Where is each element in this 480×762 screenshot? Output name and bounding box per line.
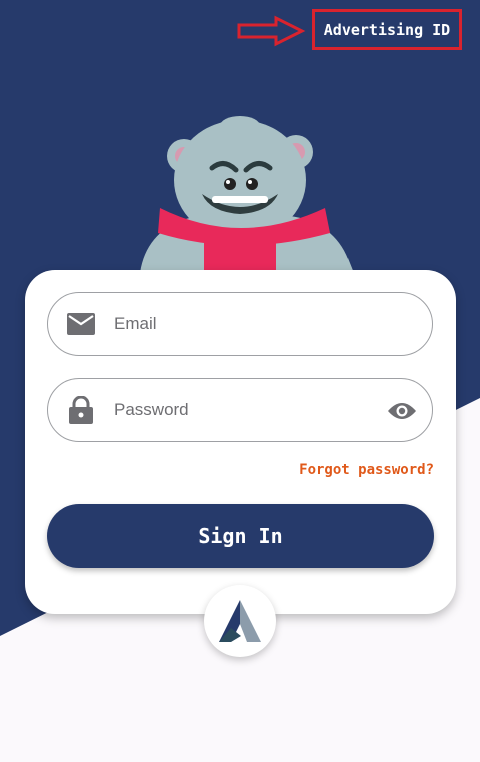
a-logo-icon [219, 600, 261, 642]
lock-icon [66, 395, 96, 425]
advertising-id-label: Advertising ID [323, 20, 451, 39]
email-input[interactable] [112, 313, 376, 335]
eye-icon[interactable] [386, 396, 418, 426]
envelope-icon [66, 309, 96, 339]
advertising-id-button[interactable]: Advertising ID [312, 9, 462, 50]
email-field[interactable] [47, 292, 433, 356]
password-field[interactable] [47, 378, 433, 442]
app-logo [204, 585, 276, 657]
sign-in-button[interactable]: Sign In [47, 504, 434, 568]
login-screen: Advertising ID Email Forgot password? Si… [0, 0, 480, 762]
sign-in-label: Sign In [198, 524, 283, 548]
bear-mascot-image [140, 116, 354, 278]
password-input[interactable] [112, 399, 376, 421]
forgot-password-link[interactable]: Forgot password? [299, 462, 434, 478]
arrow-right-icon [237, 15, 306, 47]
login-card: Forgot password? Sign In [25, 270, 456, 614]
